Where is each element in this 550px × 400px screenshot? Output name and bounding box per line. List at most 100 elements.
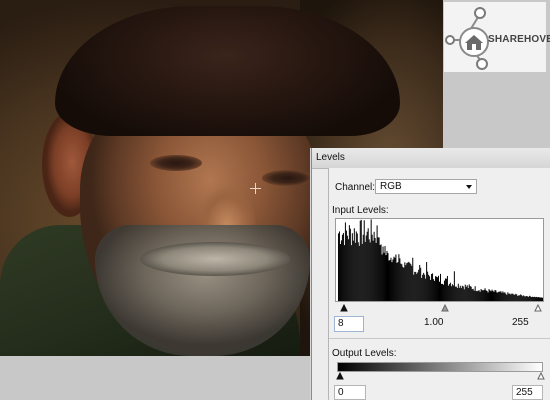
- histogram-bar: [497, 292, 499, 301]
- histogram-bar: [512, 293, 514, 301]
- histogram-bar: [392, 259, 394, 301]
- histogram-bar: [347, 239, 349, 301]
- output-low-field[interactable]: 0: [334, 385, 366, 400]
- histogram-bar: [391, 262, 393, 301]
- histogram-bar: [352, 240, 354, 301]
- histogram-bar: [381, 254, 383, 301]
- histogram-bar: [539, 297, 541, 301]
- histogram-bar: [459, 285, 461, 301]
- histogram-bar: [413, 274, 415, 301]
- channel-select-value: RGB: [380, 181, 402, 192]
- histogram-bar: [513, 294, 515, 301]
- histogram-bar: [394, 257, 396, 301]
- histogram-bar: [447, 285, 449, 301]
- highlight-slider-handle[interactable]: [534, 304, 542, 312]
- histogram-bar: [423, 272, 425, 301]
- histogram-bar: [508, 293, 510, 301]
- histogram-bar: [363, 220, 365, 301]
- histogram-bar: [387, 253, 389, 301]
- histogram-bar: [422, 274, 424, 301]
- histogram-bar: [542, 297, 543, 301]
- histogram-bar: [533, 297, 535, 301]
- dialog-title: Levels: [316, 152, 345, 163]
- histogram-bar: [400, 263, 402, 301]
- output-high-handle[interactable]: [537, 372, 545, 380]
- histogram-bar: [444, 278, 446, 301]
- histogram-bar: [466, 285, 468, 301]
- histogram-bar: [480, 288, 482, 301]
- channel-select[interactable]: RGB: [375, 179, 477, 194]
- midtone-slider-handle[interactable]: [441, 304, 449, 312]
- histogram-bar: [380, 244, 382, 301]
- histogram-bar: [340, 240, 342, 301]
- histogram-bar: [528, 296, 530, 301]
- histogram-bar: [477, 290, 479, 301]
- input-highlight-field[interactable]: 255: [512, 316, 542, 332]
- input-gamma-field[interactable]: 1.00: [424, 316, 456, 332]
- histogram-bar: [475, 290, 477, 301]
- histogram-bar: [521, 295, 523, 301]
- histogram-bar: [478, 290, 480, 301]
- histogram-bar: [458, 287, 460, 301]
- histogram-bar: [398, 254, 400, 301]
- output-high-field[interactable]: 255: [512, 385, 543, 400]
- histogram-bar: [448, 284, 450, 301]
- histogram-bar: [362, 234, 364, 301]
- histogram-bar: [451, 284, 453, 301]
- histogram-bar: [412, 257, 414, 301]
- histogram-bar: [527, 296, 529, 301]
- histogram-bar: [519, 295, 521, 301]
- logo-text: SHAREHOVEL: [488, 34, 550, 45]
- histogram-bar: [357, 242, 359, 301]
- input-levels-slider[interactable]: [340, 304, 543, 312]
- histogram-bar: [395, 254, 397, 301]
- histogram-bar: [441, 283, 443, 301]
- output-low-handle[interactable]: [336, 372, 344, 380]
- dialog-titlebar[interactable]: Levels: [312, 148, 550, 169]
- output-levels-slider[interactable]: [336, 372, 546, 380]
- histogram-bar: [370, 219, 372, 301]
- histogram-bar: [406, 263, 408, 301]
- histogram-bar: [379, 245, 381, 301]
- histogram-bar: [361, 243, 363, 301]
- input-levels-label: Input Levels:: [332, 205, 389, 216]
- crosshair-cursor-icon: [250, 183, 261, 194]
- histogram-bar: [540, 297, 542, 301]
- histogram-bar: [532, 296, 534, 301]
- histogram-bar: [375, 242, 377, 301]
- histogram-bar: [484, 288, 486, 301]
- histogram-bar: [487, 292, 489, 301]
- levels-dialog[interactable]: Levels Channel: RGB Input Levels: 8 1.00…: [311, 148, 550, 400]
- histogram-bar: [450, 286, 452, 301]
- histogram-bar: [467, 287, 469, 301]
- histogram-bar: [356, 233, 358, 301]
- histogram-bar: [435, 276, 437, 301]
- histogram-bar: [429, 276, 431, 301]
- histogram-bar: [445, 278, 447, 301]
- input-shadow-field[interactable]: 8: [334, 316, 364, 332]
- histogram-bar: [354, 242, 356, 301]
- histogram-bar: [432, 273, 434, 301]
- histogram-bar: [383, 252, 385, 301]
- histogram-bar: [358, 245, 360, 301]
- histogram-bar: [384, 246, 386, 301]
- histogram-bar: [520, 294, 522, 301]
- histogram-bar: [390, 257, 392, 301]
- histogram-bar: [462, 286, 464, 301]
- histogram-bar: [360, 219, 362, 301]
- histogram-bar: [465, 286, 467, 301]
- histogram-bar: [524, 296, 526, 301]
- histogram-bar: [536, 296, 538, 301]
- photo-mustache: [140, 242, 290, 276]
- histogram-bar: [472, 288, 474, 301]
- shadow-slider-handle[interactable]: [340, 304, 348, 312]
- histogram-bar: [369, 242, 371, 301]
- histogram-bar: [349, 228, 351, 301]
- histogram-bar: [453, 271, 455, 301]
- output-gradient-bar: [337, 362, 543, 372]
- histogram-bar: [516, 294, 518, 301]
- histogram-bar: [541, 297, 543, 301]
- histogram-bar: [389, 260, 391, 301]
- histogram-bar: [353, 228, 355, 301]
- histogram-bar: [440, 283, 442, 301]
